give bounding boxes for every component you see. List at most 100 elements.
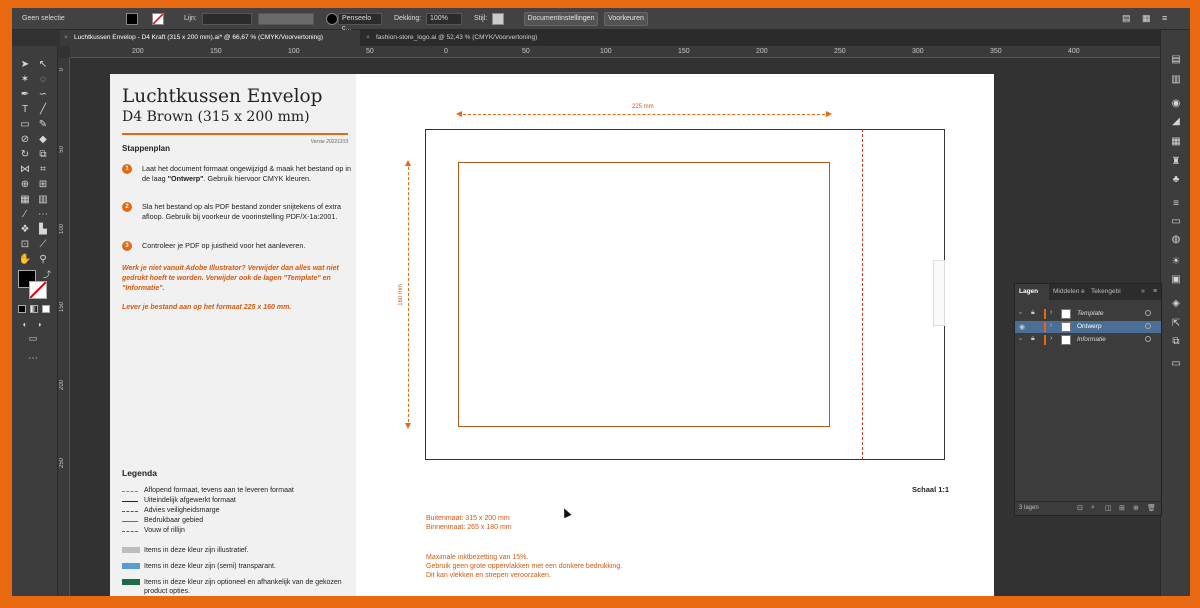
stroke-icon[interactable]: ≡ — [1169, 198, 1183, 210]
layer-name[interactable]: Template — [1077, 310, 1104, 317]
target-icon[interactable] — [1145, 323, 1151, 329]
transform-icon[interactable]: ▦ — [1142, 12, 1151, 25]
trash-icon[interactable]: 🗑︎ — [1147, 504, 1156, 512]
expand-icon[interactable]: » — [1137, 284, 1145, 300]
tab-fashion-store-logo[interactable]: × fashion-store_logo.ai @ 52,43 % (CMYK/… — [362, 30, 562, 46]
layers-icon[interactable]: ◈ — [1169, 298, 1183, 310]
color-icon[interactable]: ◉ — [1169, 98, 1183, 110]
document-settings-button[interactable]: Documentinstellingen — [524, 12, 598, 26]
variable-width-profile[interactable] — [258, 13, 314, 25]
layer-name[interactable]: Informatie — [1077, 336, 1106, 343]
direct-selection-tool-icon[interactable]: ↖ — [36, 58, 50, 71]
eye-icon[interactable]: ◉ — [1019, 323, 1025, 331]
mesh-tool-icon[interactable]: ▦ — [18, 193, 32, 206]
rotate-tool-icon[interactable]: ↻ — [18, 148, 32, 161]
line-tool-icon[interactable]: ╱ — [36, 103, 50, 116]
artboard-tool-icon[interactable]: ⊡ — [18, 238, 32, 251]
layer-name[interactable]: Ontwerp — [1077, 323, 1102, 330]
chevron-right-icon[interactable]: › — [1050, 335, 1052, 342]
color-mode-icon[interactable] — [18, 305, 26, 313]
stroke-color-box[interactable] — [29, 281, 47, 299]
artboard[interactable]: Luchtkussen Envelop D4 Brown (315 x 200 … — [110, 74, 994, 596]
collect-export-icon[interactable]: ⊡ — [1077, 504, 1083, 512]
lasso-tool-icon[interactable]: ◌ — [36, 73, 50, 86]
layer-row-ontwerp[interactable]: ◉ › Ontwerp — [1015, 321, 1161, 333]
gradient-icon[interactable]: ▭ — [1169, 216, 1183, 228]
layer-count: 3 lagen — [1019, 505, 1039, 511]
visibility-box[interactable]: ▫ — [1019, 310, 1021, 317]
curvature-tool-icon[interactable]: ∽ — [36, 88, 50, 101]
style-swatch[interactable] — [492, 13, 504, 25]
graphic-styles-icon[interactable]: ▣ — [1169, 274, 1183, 286]
artboards-icon[interactable]: ⧉ — [1169, 336, 1183, 348]
libraries-icon[interactable]: ▥ — [1169, 74, 1183, 86]
layer-row-informatie[interactable]: ▫ 🔒︎ › Informatie — [1015, 334, 1161, 346]
paintbrush-tool-icon[interactable]: ✎ — [36, 118, 50, 131]
brushes-icon[interactable]: ♜ — [1169, 156, 1183, 168]
free-transform-icon[interactable]: ⌗ — [36, 163, 50, 176]
new-sublayer-icon[interactable]: ⊞ — [1119, 504, 1125, 512]
chevron-right-icon[interactable]: › — [1050, 309, 1052, 316]
tab-tekengebieden[interactable]: Tekengebi — [1087, 284, 1137, 300]
close-icon[interactable]: × — [366, 30, 370, 46]
panel-menu-icon[interactable]: ≡ — [1149, 284, 1157, 300]
color-guide-icon[interactable]: ◢ — [1169, 116, 1183, 128]
transparency-icon[interactable]: ◍ — [1169, 234, 1183, 246]
locate-object-icon[interactable]: ⌕ — [1091, 504, 1095, 512]
screen-mode-icon[interactable]: ▭ — [26, 332, 40, 345]
rectangle-tool-icon[interactable]: ▭ — [18, 118, 32, 131]
eyedropper-icon[interactable]: ⁄ — [18, 208, 32, 221]
target-icon[interactable] — [1145, 336, 1151, 342]
close-icon[interactable]: × — [64, 30, 68, 46]
more-tools-icon[interactable]: ⋯ — [26, 352, 40, 365]
opacity-input[interactable]: 100% — [426, 13, 462, 25]
target-icon[interactable] — [1145, 310, 1151, 316]
none-mode-icon[interactable] — [42, 305, 50, 313]
draw-behind-icon[interactable]: ◑ — [32, 318, 46, 331]
brush-dropdown[interactable]: Penseelo c... — [338, 13, 382, 32]
swap-colors-icon[interactable]: ⤴ — [40, 268, 54, 281]
selection-tool-icon[interactable]: ➤ — [18, 58, 32, 71]
type-tool-icon[interactable]: T — [18, 103, 32, 116]
printable-area-rect[interactable] — [458, 162, 830, 427]
tab-lagen[interactable]: Lagen — [1015, 284, 1049, 300]
new-layer-icon[interactable]: ⊕ — [1133, 504, 1139, 512]
stroke-swatch[interactable] — [152, 13, 164, 25]
tab-middelen[interactable]: Middelen e — [1049, 284, 1089, 300]
scale-tool-icon[interactable]: ⧉ — [36, 148, 50, 161]
hand-tool-icon[interactable]: ✋ — [18, 253, 32, 266]
slice-tool-icon[interactable]: ⟋ — [36, 238, 50, 251]
visibility-box[interactable]: ▫ — [1019, 336, 1021, 343]
menu-icon[interactable]: ≡ — [1162, 12, 1167, 25]
gradient-mode-icon[interactable] — [30, 305, 38, 313]
clipping-mask-icon[interactable]: ◫ — [1105, 504, 1112, 512]
swatches-icon[interactable]: ▦ — [1169, 136, 1183, 148]
align-icon[interactable]: ▤ — [1122, 12, 1131, 25]
lock-icon[interactable]: 🔒︎ — [1031, 335, 1035, 343]
tab-luchtkussen-envelop[interactable]: × Luchtkussen Envelop - D4 Kraft (315 x … — [60, 30, 360, 46]
chevron-right-icon[interactable]: › — [1050, 322, 1052, 329]
eraser-tool-icon[interactable]: ◆ — [36, 133, 50, 146]
fill-swatch[interactable] — [126, 13, 138, 25]
shape-builder-icon[interactable]: ⊕ — [18, 178, 32, 191]
perspective-grid-icon[interactable]: ⊞ — [36, 178, 50, 191]
symbols-icon[interactable]: ♣ — [1169, 174, 1183, 186]
width-tool-icon[interactable]: ⋈ — [18, 163, 32, 176]
magic-wand-icon[interactable]: ✶ — [18, 73, 32, 86]
stroke-weight-input[interactable] — [202, 13, 252, 25]
lock-icon[interactable]: 🔒︎ — [1031, 309, 1035, 317]
pen-tool-icon[interactable]: ✒ — [18, 88, 32, 101]
export-icon[interactable]: ⇱ — [1169, 318, 1183, 330]
gradient-tool-icon[interactable]: ▥ — [36, 193, 50, 206]
draw-mode-icon[interactable]: ◐ — [18, 318, 32, 331]
symbol-sprayer-icon[interactable]: ❖ — [18, 223, 32, 236]
graph-tool-icon[interactable]: ▙ — [36, 223, 50, 236]
comments-icon[interactable]: ▭ — [1169, 358, 1183, 370]
layer-row-template[interactable]: ▫ 🔒︎ › Template — [1015, 308, 1161, 320]
shaper-tool-icon[interactable]: ⊘ — [18, 133, 32, 146]
preferences-button[interactable]: Voorkeuren — [604, 12, 648, 26]
properties-icon[interactable]: ▤ — [1169, 54, 1183, 66]
zoom-tool-icon[interactable]: ⚲ — [36, 253, 50, 266]
appearance-icon[interactable]: ☀ — [1169, 256, 1183, 268]
blend-tool-icon[interactable]: ⋯ — [36, 208, 50, 221]
